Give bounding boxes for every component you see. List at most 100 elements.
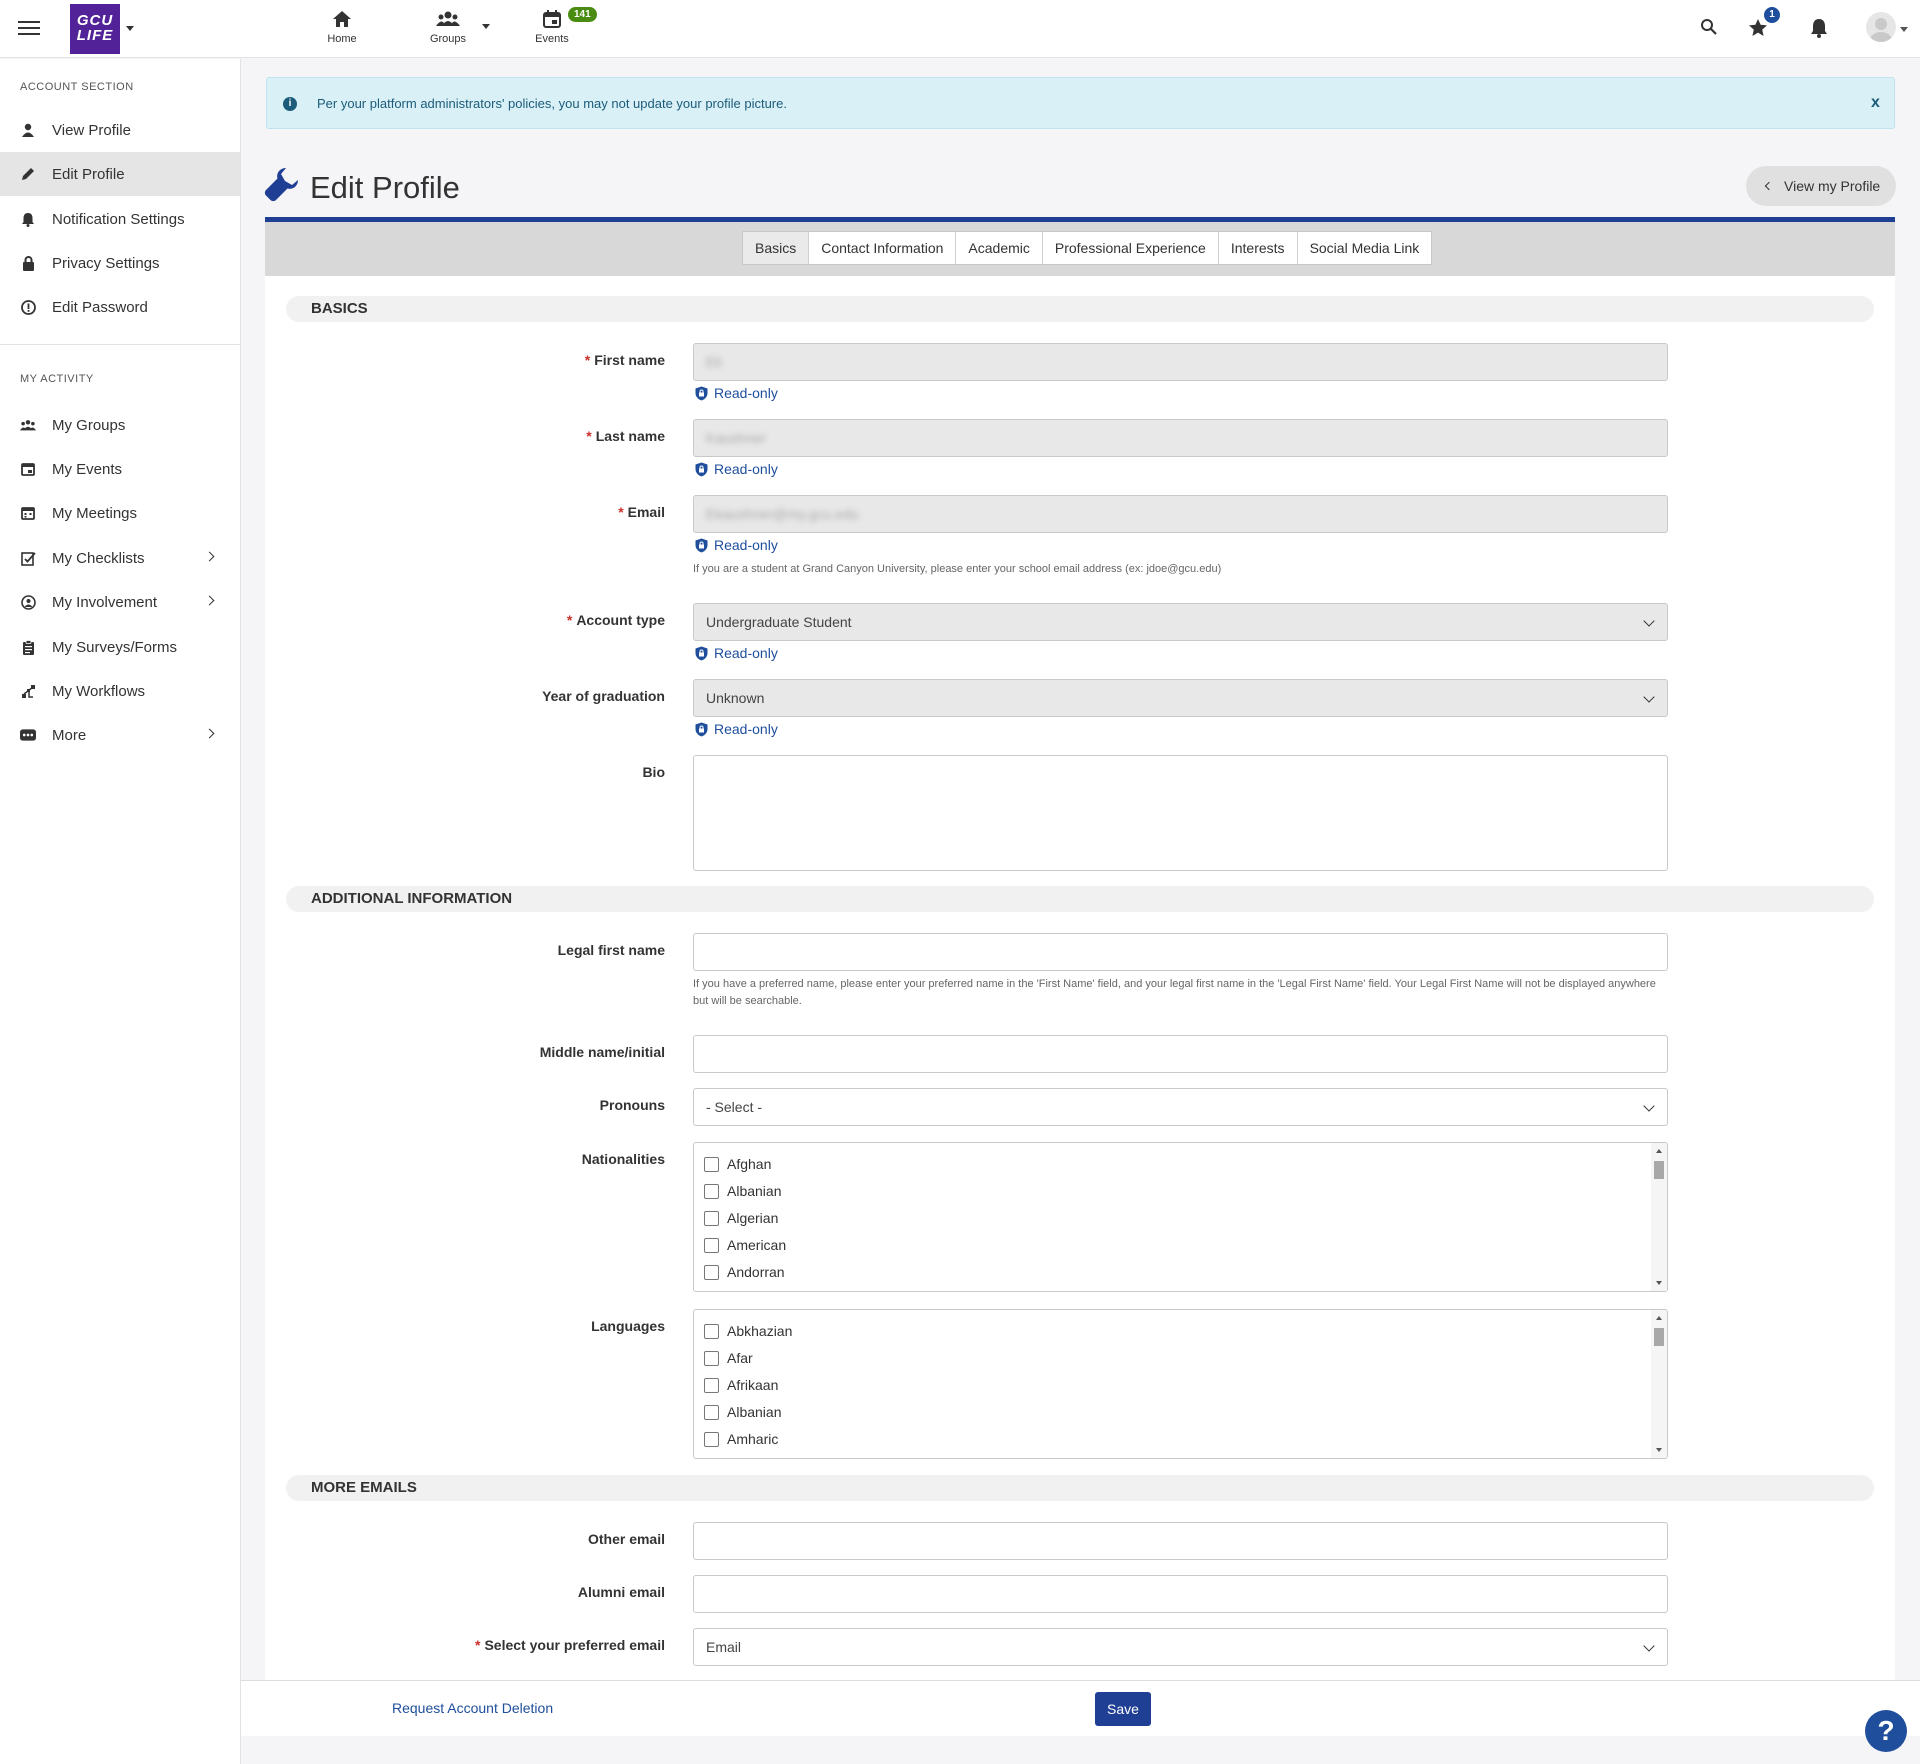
last-name-label: * Last name <box>586 428 665 444</box>
shield-lock-icon <box>695 646 708 660</box>
language-option[interactable]: Afrikaan <box>704 1377 778 1393</box>
nationalities-list[interactable]: Afghan Albanian Algerian American Andorr… <box>693 1142 1668 1292</box>
sidebar-item-label: Notification Settings <box>52 210 185 228</box>
language-option[interactable]: Albanian <box>704 1404 782 1420</box>
sidebar-item-label: My Groups <box>52 416 126 434</box>
sidebar-item-edit-password[interactable]: Edit Password <box>0 285 240 329</box>
nav-groups[interactable]: Groups <box>408 10 488 45</box>
checkbox[interactable] <box>704 1156 719 1172</box>
sidebar-item-notification-settings[interactable]: Notification Settings <box>0 197 240 241</box>
language-option[interactable]: Abkhazian <box>704 1323 792 1339</box>
star-icon[interactable] <box>1748 18 1768 37</box>
save-button[interactable]: Save <box>1095 1692 1151 1726</box>
nav-home-label: Home <box>327 33 357 45</box>
sidebar-item-label: View Profile <box>52 121 131 139</box>
checkbox[interactable] <box>704 1404 719 1420</box>
tab-social-media-link[interactable]: Social Media Link <box>1298 232 1432 264</box>
request-account-deletion-link[interactable]: Request Account Deletion <box>392 1700 553 1716</box>
other-email-input[interactable] <box>693 1522 1668 1560</box>
alumni-email-input[interactable] <box>693 1575 1668 1613</box>
nav-home[interactable]: Home <box>302 10 382 45</box>
more-emails-section-heading: MORE EMAILS <box>286 1475 1874 1501</box>
clipboard-icon <box>20 639 36 655</box>
view-my-profile-button[interactable]: View my Profile <box>1746 166 1896 206</box>
view-my-profile-label: View my Profile <box>1784 178 1881 194</box>
sidebar-item-label: More <box>52 726 87 744</box>
chevron-left-icon <box>1764 181 1774 191</box>
language-option[interactable]: Amharic <box>704 1431 778 1447</box>
last-name-field[interactable]: Kaushner <box>693 419 1668 457</box>
bell-icon[interactable] <box>1810 18 1828 38</box>
tab-professional-experience[interactable]: Professional Experience <box>1043 232 1219 264</box>
shield-lock-icon <box>695 462 708 476</box>
sidebar-item-my-meetings[interactable]: My Meetings <box>0 491 240 535</box>
nationality-option[interactable]: Algerian <box>704 1210 778 1226</box>
tab-interests[interactable]: Interests <box>1219 232 1298 264</box>
lock-icon <box>20 255 36 271</box>
languages-list[interactable]: Abkhazian Afar Afrikaan Albanian Amharic <box>693 1309 1668 1459</box>
sidebar-item-privacy-settings[interactable]: Privacy Settings <box>0 241 240 285</box>
sidebar-item-my-surveys-forms[interactable]: My Surveys/Forms <box>0 625 240 669</box>
sidebar-item-more[interactable]: More <box>0 713 240 757</box>
checkbox[interactable] <box>704 1431 719 1447</box>
language-option[interactable]: Afar <box>704 1350 753 1366</box>
checkbox[interactable] <box>704 1377 719 1393</box>
middle-name-input[interactable] <box>693 1035 1668 1073</box>
user-avatar[interactable] <box>1866 12 1896 42</box>
gcu-life-logo[interactable]: GCU LIFE <box>70 4 120 54</box>
email-help-text: If you are a student at Grand Canyon Uni… <box>693 563 1222 575</box>
nationality-option[interactable]: Afghan <box>704 1156 771 1172</box>
nationality-option[interactable]: American <box>704 1237 786 1253</box>
tab-contact-information[interactable]: Contact Information <box>809 232 957 264</box>
checkbox[interactable] <box>704 1264 719 1280</box>
email-field[interactable]: Ekaushner@my.gcu.edu <box>693 495 1668 533</box>
calendar-grid-icon <box>20 505 36 521</box>
other-email-label: Other email <box>587 1531 665 1547</box>
account-type-select[interactable]: Undergraduate Student <box>693 603 1668 641</box>
workflow-icon <box>20 683 36 699</box>
email-readonly: Read-only <box>695 537 778 553</box>
help-button[interactable]: ? <box>1865 1710 1907 1752</box>
sidebar-item-my-groups[interactable]: My Groups <box>0 403 240 447</box>
checkbox[interactable] <box>704 1210 719 1226</box>
languages-scrollbar[interactable] <box>1651 1310 1667 1458</box>
avatar-caret-icon[interactable] <box>1900 27 1908 32</box>
nationality-option[interactable]: Andorran <box>704 1264 785 1280</box>
sidebar-item-my-involvement[interactable]: My Involvement <box>0 580 240 624</box>
first-name-field[interactable]: Eli <box>693 343 1668 381</box>
info-icon: i <box>283 97 297 111</box>
checkbox[interactable] <box>704 1237 719 1253</box>
bio-textarea[interactable] <box>693 755 1668 871</box>
profile-tabs: Basics Contact Information Academic Prof… <box>742 231 1433 265</box>
checkbox[interactable] <box>704 1323 719 1339</box>
logo-caret-icon[interactable] <box>126 26 134 31</box>
chevron-right-icon <box>204 728 215 739</box>
chevron-right-icon <box>204 551 215 562</box>
tab-academic[interactable]: Academic <box>956 232 1043 264</box>
sidebar-divider <box>0 344 240 345</box>
nationalities-scrollbar[interactable] <box>1651 1143 1667 1291</box>
sidebar-item-label: My Surveys/Forms <box>52 638 178 656</box>
sidebar-item-my-checklists[interactable]: My Checklists <box>0 536 240 580</box>
pencil-icon <box>20 166 36 182</box>
preferred-email-select[interactable]: Email <box>693 1628 1668 1666</box>
sidebar-item-my-events[interactable]: My Events <box>0 447 240 491</box>
alert-close-button[interactable]: x <box>1871 94 1880 112</box>
tab-basics[interactable]: Basics <box>743 232 810 264</box>
legal-first-name-help-text: If you have a preferred name, please ent… <box>693 978 1656 1007</box>
sidebar-item-label: Edit Profile <box>52 165 125 183</box>
pronouns-select[interactable]: - Select - <box>693 1088 1668 1126</box>
legal-first-name-input[interactable] <box>693 933 1668 971</box>
sidebar-item-my-workflows[interactable]: My Workflows <box>0 669 240 713</box>
groups-icon <box>436 11 460 26</box>
groups-caret-icon[interactable] <box>482 24 490 29</box>
graduation-year-select[interactable]: Unknown <box>693 679 1668 717</box>
sidebar-item-view-profile[interactable]: View Profile <box>0 108 240 152</box>
exclamation-circle-icon <box>20 299 36 315</box>
hamburger-menu-icon[interactable] <box>18 18 40 40</box>
sidebar-item-edit-profile[interactable]: Edit Profile <box>0 152 240 196</box>
checkbox[interactable] <box>704 1183 719 1199</box>
search-icon[interactable] <box>1700 18 1718 36</box>
nationality-option[interactable]: Albanian <box>704 1183 782 1199</box>
checkbox[interactable] <box>704 1350 719 1366</box>
